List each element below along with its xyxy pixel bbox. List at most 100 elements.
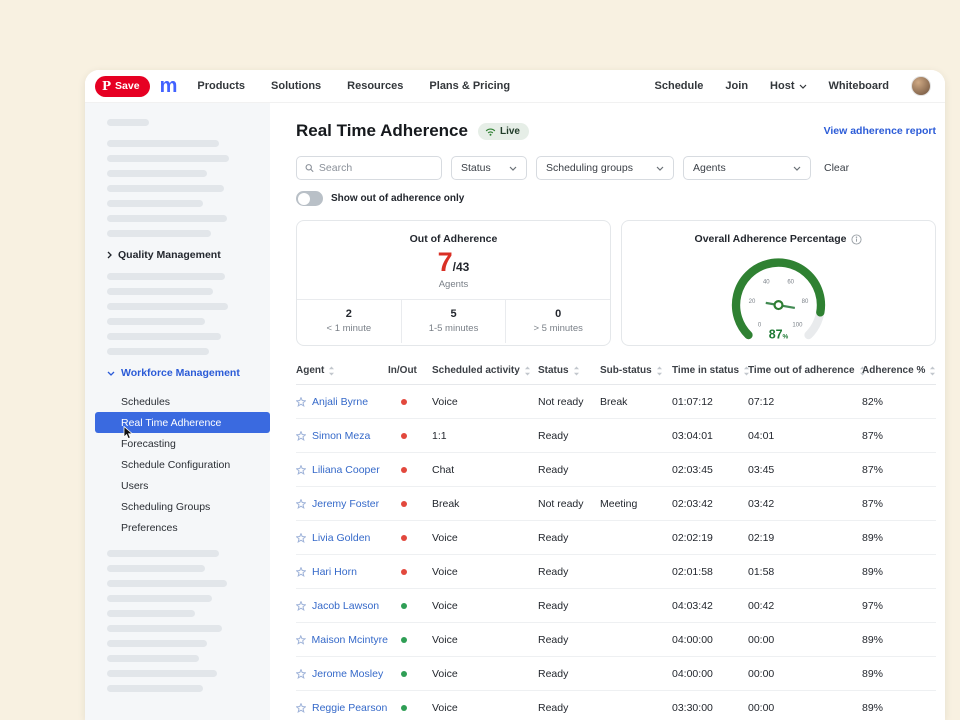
column-header-inout[interactable]: In/Out xyxy=(388,365,432,376)
search-input[interactable] xyxy=(319,162,433,174)
inout-dot xyxy=(401,671,407,677)
sidebar-item-users[interactable]: Users xyxy=(85,475,270,496)
column-header-time-in-status[interactable]: Time in status xyxy=(672,365,748,376)
nav-item-join[interactable]: Join xyxy=(725,80,748,92)
inout-dot xyxy=(401,433,407,439)
star-icon[interactable] xyxy=(296,703,306,713)
star-icon[interactable] xyxy=(296,601,306,611)
scheduled-activity-cell: Chat xyxy=(432,464,538,476)
column-header-sub-status[interactable]: Sub-status xyxy=(600,365,672,376)
inout-cell xyxy=(388,532,432,544)
column-header-scheduled-activity[interactable]: Scheduled activity xyxy=(432,365,538,376)
status-cell: Not ready xyxy=(538,498,600,510)
brand-logo[interactable]: m xyxy=(160,76,178,96)
app-window: P Save m Products Solutions Resources Pl… xyxy=(85,70,945,720)
inout-dot xyxy=(401,603,407,609)
agents-unit-label: Agents xyxy=(297,279,610,290)
info-icon[interactable] xyxy=(851,234,862,245)
nav-item-solutions[interactable]: Solutions xyxy=(271,80,321,92)
sidebar-section-quality-management[interactable]: Quality Management xyxy=(107,249,252,261)
inout-cell xyxy=(388,600,432,612)
gauge-tick-100: 100 xyxy=(792,322,803,328)
nav-item-resources[interactable]: Resources xyxy=(347,80,403,92)
scheduled-activity-cell: 1:1 xyxy=(432,430,538,442)
column-header-time-out-of-adherence[interactable]: Time out of adherence xyxy=(748,365,862,376)
time-in-status-cell: 02:03:42 xyxy=(672,498,748,510)
status-dropdown[interactable]: Status xyxy=(451,156,527,180)
table-row: Jeremy Foster Break Not ready Meeting 02… xyxy=(296,487,936,521)
breakdown-value: 2 xyxy=(297,308,401,320)
adherence-percent-cell: 89% xyxy=(862,702,936,714)
inout-cell xyxy=(388,498,432,510)
column-header-status[interactable]: Status xyxy=(538,365,600,376)
star-icon[interactable] xyxy=(296,431,306,441)
breakdown-value: 0 xyxy=(506,308,610,320)
nav-item-whiteboard[interactable]: Whiteboard xyxy=(829,80,890,92)
sidebar-item-forecasting[interactable]: Forecasting xyxy=(85,433,270,454)
star-icon[interactable] xyxy=(296,397,306,407)
time-out-of-adherence-cell: 03:45 xyxy=(748,464,862,476)
inout-dot xyxy=(401,569,407,575)
time-out-of-adherence-cell: 02:19 xyxy=(748,532,862,544)
agent-link[interactable]: Liliana Cooper xyxy=(296,464,388,476)
sidebar-item-preferences[interactable]: Preferences xyxy=(85,517,270,538)
nav-item-host[interactable]: Host xyxy=(770,80,806,92)
sort-icon xyxy=(656,366,663,376)
sidebar-item-schedule-configuration[interactable]: Schedule Configuration xyxy=(85,454,270,475)
time-out-of-adherence-cell: 00:00 xyxy=(748,668,862,680)
scheduled-activity-cell: Voice xyxy=(432,634,538,646)
table-row: Maison Mcintyre Voice Ready 04:00:00 00:… xyxy=(296,623,936,657)
star-icon[interactable] xyxy=(296,465,306,475)
agents-dropdown-label: Agents xyxy=(693,162,726,174)
agent-link[interactable]: Anjali Byrne xyxy=(296,396,388,408)
scheduled-activity-cell: Voice xyxy=(432,702,538,714)
agent-link[interactable]: Jerome Mosley xyxy=(296,668,388,680)
scheduled-activity-cell: Voice xyxy=(432,668,538,680)
sort-icon xyxy=(328,366,335,376)
pinterest-save-button[interactable]: P Save xyxy=(95,76,150,97)
agent-link[interactable]: Reggie Pearson xyxy=(296,702,388,714)
agent-link[interactable]: Hari Horn xyxy=(296,566,388,578)
column-header-adherence-percent[interactable]: Adherence % xyxy=(862,365,936,376)
sidebar-item-schedules[interactable]: Schedules xyxy=(85,391,270,412)
user-avatar[interactable] xyxy=(911,76,931,96)
star-icon[interactable] xyxy=(296,499,306,509)
agent-link[interactable]: Jeremy Foster xyxy=(296,498,388,510)
column-header-agent[interactable]: Agent xyxy=(296,365,388,376)
time-out-of-adherence-cell: 03:42 xyxy=(748,498,862,510)
live-label: Live xyxy=(500,126,520,137)
out-of-adherence-count: 7 xyxy=(438,247,453,277)
sidebar-item-real-time-adherence[interactable]: Real Time Adherence xyxy=(95,412,270,433)
scheduling-groups-dropdown[interactable]: Scheduling groups xyxy=(536,156,674,180)
star-icon[interactable] xyxy=(296,567,306,577)
time-in-status-cell: 02:03:45 xyxy=(672,464,748,476)
nav-item-schedule[interactable]: Schedule xyxy=(655,80,704,92)
out-of-adherence-toggle[interactable] xyxy=(296,191,323,206)
breakdown-label: 1-5 minutes xyxy=(402,323,506,334)
sub-status-cell: Break xyxy=(600,396,672,408)
nav-item-plans-pricing[interactable]: Plans & Pricing xyxy=(429,80,510,92)
wifi-icon xyxy=(485,127,496,136)
adherence-percent-cell: 82% xyxy=(862,396,936,408)
breakdown-1-5min: 5 1-5 minutes xyxy=(401,300,506,343)
sidebar-section-workforce-management[interactable]: Workforce Management xyxy=(107,367,252,379)
agents-dropdown[interactable]: Agents xyxy=(683,156,811,180)
star-icon[interactable] xyxy=(296,669,306,679)
clear-filters-button[interactable]: Clear xyxy=(824,162,849,174)
inout-dot xyxy=(401,501,407,507)
svg-text:87%: 87% xyxy=(769,327,789,341)
breakdown-label: < 1 minute xyxy=(297,323,401,334)
view-adherence-report-link[interactable]: View adherence report xyxy=(824,125,936,137)
toggle-label: Show out of adherence only xyxy=(331,193,464,204)
status-cell: Ready xyxy=(538,668,600,680)
breakdown-under-1min: 2 < 1 minute xyxy=(297,300,401,343)
agent-link[interactable]: Simon Meza xyxy=(296,430,388,442)
agent-link[interactable]: Maison Mcintyre xyxy=(296,634,388,646)
sidebar-item-scheduling-groups[interactable]: Scheduling Groups xyxy=(85,496,270,517)
agent-link[interactable]: Livia Golden xyxy=(296,532,388,544)
nav-item-products[interactable]: Products xyxy=(197,80,245,92)
star-icon[interactable] xyxy=(296,533,306,543)
time-in-status-cell: 04:00:00 xyxy=(672,634,748,646)
star-icon[interactable] xyxy=(296,635,306,645)
agent-link[interactable]: Jacob Lawson xyxy=(296,600,388,612)
